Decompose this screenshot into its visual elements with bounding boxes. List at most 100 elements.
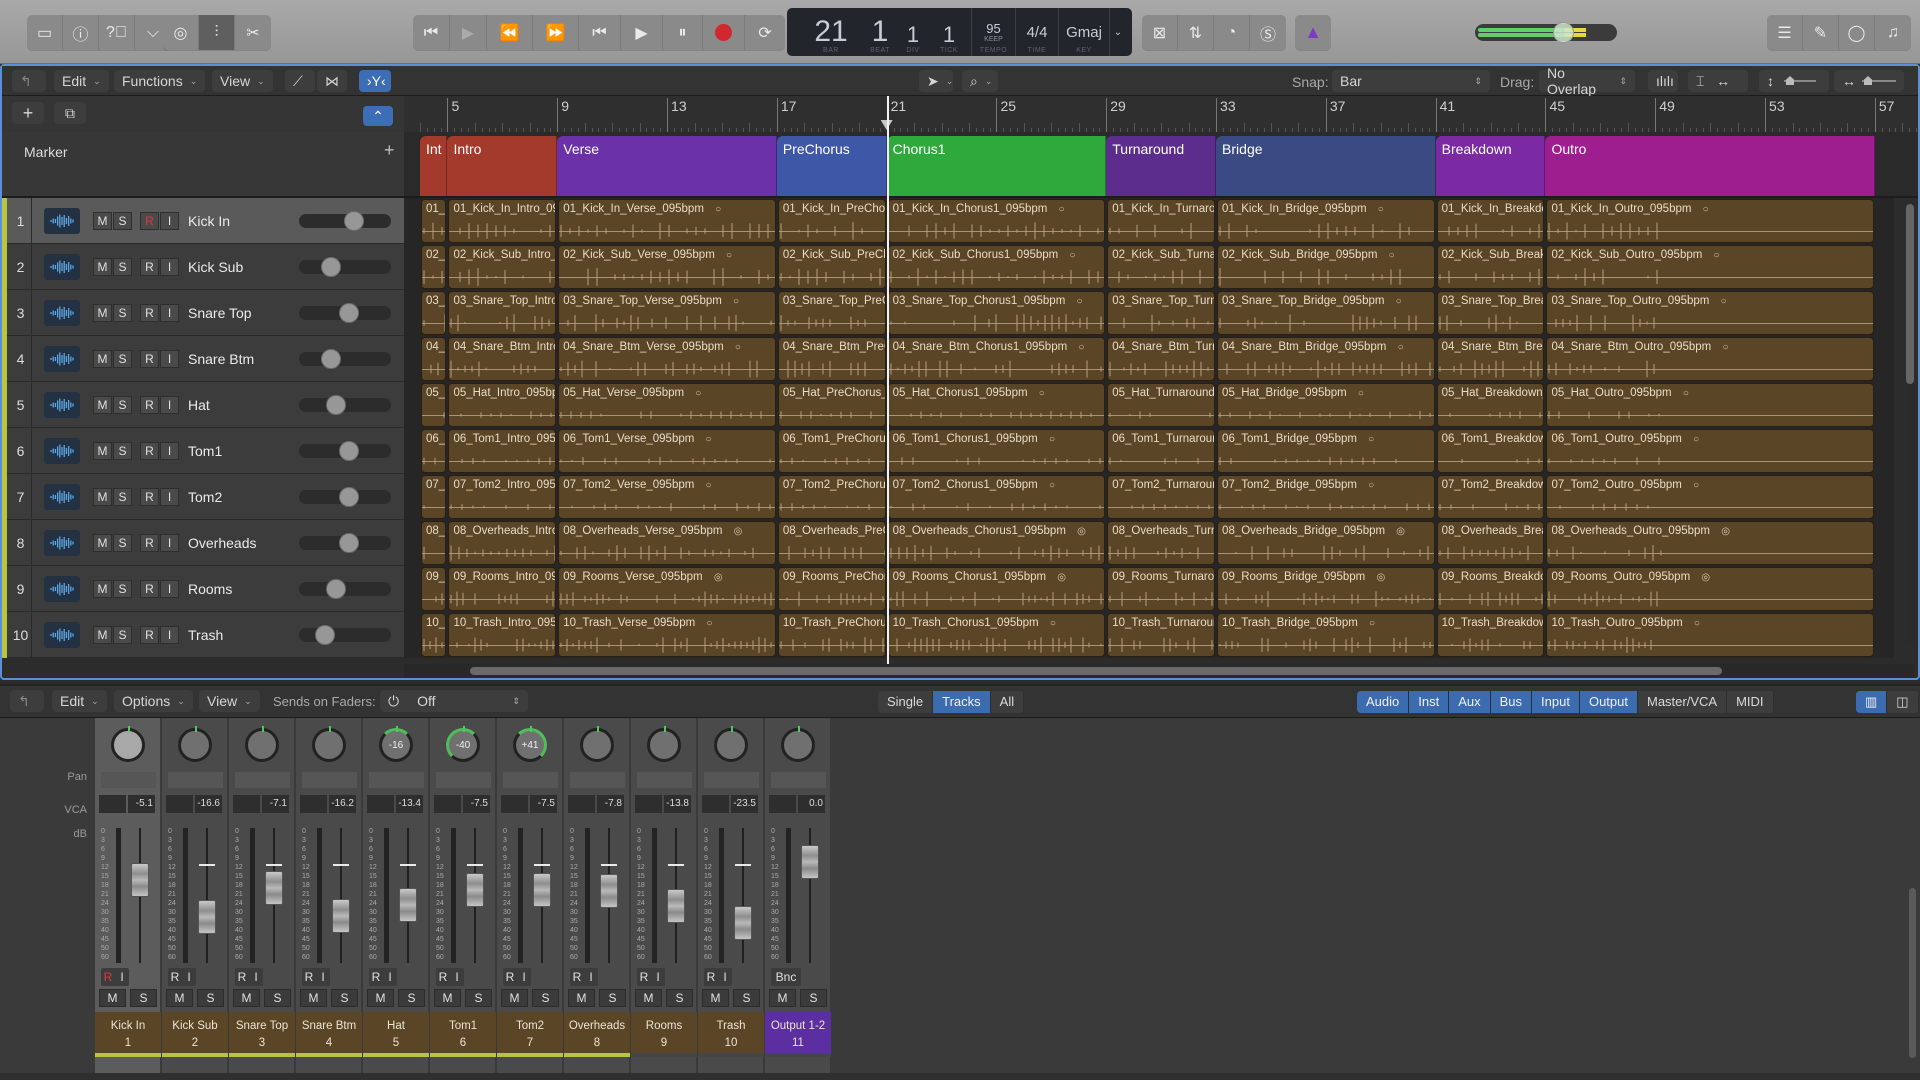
add-track-button[interactable]: + (12, 102, 44, 124)
track-volume-slider[interactable] (299, 395, 391, 415)
audio-region[interactable]: 06_Tom1_Breakdown_095bpm (1436, 429, 1545, 473)
track-header[interactable]: 6 M S R I Tom1 (2, 428, 404, 474)
pan-knob[interactable] (111, 726, 145, 762)
record-enable-button[interactable]: R (140, 350, 159, 368)
play-from-selection-button[interactable]: ▶ (450, 15, 487, 50)
lcd-tempo[interactable]: 95 KEEP TEMPO (972, 8, 1015, 56)
solo-button[interactable]: S (800, 989, 827, 1007)
audio-region[interactable]: 08_Overheads_Bridge_095bpm ◎ (1217, 521, 1435, 565)
audio-region[interactable]: 06_Tom1_Intro_095bpm (448, 429, 557, 473)
marker-int[interactable]: Int (420, 136, 448, 196)
record-enable-button[interactable]: R (101, 968, 115, 986)
audio-region[interactable]: 07_Tom2_Outro_095bpm ○ (1546, 475, 1874, 519)
mute-button[interactable]: M (93, 350, 112, 368)
audio-region[interactable]: 08_ (421, 521, 447, 565)
quick-help-button[interactable]: ?⃝ (99, 15, 135, 50)
audio-region[interactable]: 05_Hat_Intro_095bpm (448, 383, 557, 427)
input-monitor-button[interactable]: I (182, 968, 196, 986)
audio-region[interactable]: 04_Snare_Btm_Verse_095bpm ○ (558, 337, 776, 381)
input-monitor-button[interactable]: I (249, 968, 263, 986)
lcd-dropdown[interactable]: ⌄ (1110, 8, 1126, 56)
editors-button[interactable]: ✂ (235, 15, 271, 50)
bounce-button[interactable]: Bnc (771, 968, 801, 986)
audio-region[interactable]: 04_Snare_Btm_Turnaround_095bpm (1107, 337, 1216, 381)
note-pad-button[interactable]: ✎ (1803, 15, 1839, 50)
vca-slot[interactable] (369, 772, 424, 788)
audio-region[interactable]: 09_Rooms_Outro_095bpm ◎ (1546, 567, 1874, 611)
filter-output[interactable]: Output (1579, 691, 1638, 713)
mixer-options-menu[interactable]: Options ⌄ (114, 690, 193, 712)
audio-region[interactable]: 06_Tom1_Turnaround_095bpm (1107, 429, 1216, 473)
metronome-button[interactable]: ▲ (1295, 15, 1331, 50)
mute-button[interactable]: M (233, 989, 260, 1007)
filter-midi[interactable]: MIDI (1727, 691, 1774, 713)
channel-name-plate[interactable]: Overheads 8 (564, 1012, 630, 1053)
record-enable-button[interactable]: R (140, 212, 159, 230)
track-name[interactable]: Kick Sub (188, 244, 243, 290)
audio-region[interactable]: 08_Overheads_Turnaround_095bpm (1107, 521, 1216, 565)
track-header[interactable]: 7 M S R I Tom2 (2, 474, 404, 520)
volume-db-value[interactable]: -7.5 (530, 795, 557, 813)
volume-db-value[interactable]: -5.1 (128, 795, 155, 813)
solo-button[interactable]: S (398, 989, 425, 1007)
audio-region[interactable]: 10_Trash_Outro_095bpm ○ (1546, 613, 1874, 657)
audio-region[interactable]: 02_Kick_Sub_Breakdown_095bpm (1436, 245, 1545, 289)
audio-region[interactable]: 03_Snare_Top_Verse_095bpm ○ (558, 291, 776, 335)
zoom-tool-menu[interactable]: ⌕ ⌄ (962, 70, 998, 92)
filter-inst[interactable]: Inst (1409, 691, 1450, 713)
filter-input[interactable]: Input (1532, 691, 1580, 713)
record-input-buttons[interactable]: RI (369, 968, 397, 986)
volume-fader[interactable] (533, 872, 551, 907)
go-to-beginning-button[interactable]: ⏮ (413, 15, 450, 50)
audio-region[interactable]: 02_Kick_Sub_Bridge_095bpm ○ (1217, 245, 1435, 289)
pan-knob[interactable]: -40 (446, 726, 480, 762)
pan-knob[interactable] (647, 726, 681, 762)
filter-aux[interactable]: Aux (1449, 691, 1491, 713)
track-volume-slider[interactable] (299, 303, 391, 323)
audio-region[interactable]: 01_Kick_In_Intro_095bpm (448, 199, 557, 243)
audio-region[interactable]: 10_Trash_PreChorus_095bpm (777, 613, 886, 657)
audio-region[interactable]: 06_ (421, 429, 447, 473)
record-enable-button[interactable]: R (369, 968, 383, 986)
track-header[interactable]: 2 M S R I Kick Sub (2, 244, 404, 290)
pan-knob[interactable] (178, 726, 212, 762)
track-header[interactable]: 5 M S R I Hat (2, 382, 404, 428)
input-monitor-button[interactable]: I (160, 212, 179, 230)
back-button[interactable]: ↰ (12, 70, 46, 92)
audio-region[interactable]: 01_Kick_In_PreChorus_095bpm (777, 199, 886, 243)
lcd-display[interactable]: 21 BAR 1 BEAT 1 DIV 1 TICK 95 KEEP TEMPO 4/4 TI… (787, 8, 1132, 56)
audio-region[interactable]: 03_Snare_Top_Outro_095bpm ○ (1546, 291, 1874, 335)
record-enable-button[interactable]: R (140, 488, 159, 506)
audio-region[interactable]: 01_Kick_In_Outro_095bpm ○ (1546, 199, 1874, 243)
audio-region[interactable]: 08_Overheads_PreChorus_095bpm (777, 521, 886, 565)
snap-select[interactable]: Bar ⇕ (1332, 70, 1490, 92)
channel-name-plate[interactable]: Trash 10 (698, 1012, 764, 1053)
channel-name-plate[interactable]: Snare Top 3 (229, 1012, 295, 1053)
track-name[interactable]: Trash (188, 612, 223, 658)
mixer-back-button[interactable]: ↰ (10, 690, 44, 712)
solo-button[interactable]: S (113, 442, 132, 460)
vca-slot[interactable] (302, 772, 357, 788)
audio-region[interactable]: 04_ (421, 337, 447, 381)
track-volume-knob[interactable] (339, 303, 359, 323)
pause-button[interactable]: ⏸ (663, 15, 703, 50)
inspector-button[interactable]: ⓘ (63, 15, 99, 50)
audio-region[interactable]: 07_Tom2_Bridge_095bpm ○ (1217, 475, 1435, 519)
mute-button[interactable]: M (635, 989, 662, 1007)
solo-button[interactable]: S (130, 989, 157, 1007)
catch-playhead-button[interactable]: ›Y‹ (359, 70, 391, 92)
audio-region[interactable]: 05_Hat_Verse_095bpm ○ (558, 383, 776, 427)
volume-fader[interactable] (332, 898, 350, 933)
audio-region[interactable]: 04_Snare_Btm_Bridge_095bpm ○ (1217, 337, 1435, 381)
pan-knob[interactable] (312, 726, 346, 762)
playhead[interactable] (886, 96, 889, 664)
mute-button[interactable]: M (93, 396, 112, 414)
channel-name-plate[interactable]: Kick Sub 2 (162, 1012, 228, 1053)
audio-region[interactable]: 03_Snare_Top_PreChorus_095bpm (777, 291, 886, 335)
add-marker-button[interactable]: + (384, 140, 395, 161)
automation-button[interactable]: ⟋ (285, 70, 315, 92)
list-editors-button[interactable]: ☰ (1767, 15, 1803, 50)
pan-knob[interactable] (714, 726, 748, 762)
solo-button[interactable]: S (599, 989, 626, 1007)
audio-region[interactable]: 10_Trash_Intro_095bpm (448, 613, 557, 657)
